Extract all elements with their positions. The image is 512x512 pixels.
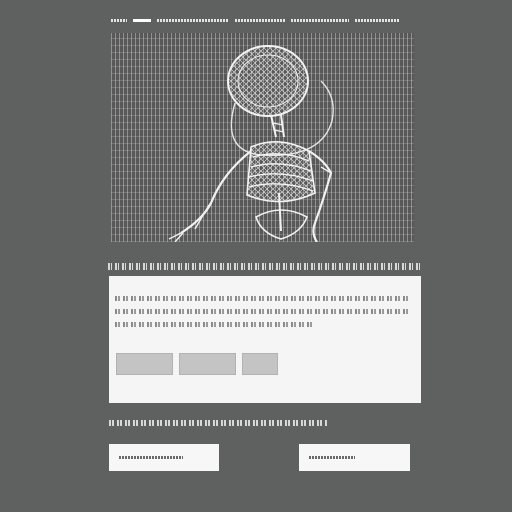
footer-input-left-value xyxy=(119,456,183,459)
header-text-fragment xyxy=(355,18,399,22)
hero-caption xyxy=(108,263,421,270)
skeleton-illustration-icon xyxy=(168,45,334,242)
header-text-fragment xyxy=(157,18,229,22)
card-text-line-1 xyxy=(115,296,411,301)
hero-image xyxy=(111,33,414,242)
footer-caption xyxy=(109,420,328,426)
header-text-fragment xyxy=(291,18,349,22)
footer-input-left[interactable] xyxy=(109,444,219,471)
footer-input-right-value xyxy=(309,456,355,459)
content-card xyxy=(109,276,421,403)
header-text-fragment xyxy=(133,18,151,22)
page xyxy=(0,0,512,512)
card-text-line-2 xyxy=(115,309,411,314)
card-text-line-3 xyxy=(115,322,315,327)
card-button-2[interactable] xyxy=(179,353,236,375)
card-button-3[interactable] xyxy=(242,353,278,375)
header-text-fragment xyxy=(111,18,127,22)
footer-input-right[interactable] xyxy=(299,444,410,471)
header-text-fragment xyxy=(235,18,285,22)
header-bar xyxy=(111,17,413,23)
card-button-1[interactable] xyxy=(116,353,173,375)
